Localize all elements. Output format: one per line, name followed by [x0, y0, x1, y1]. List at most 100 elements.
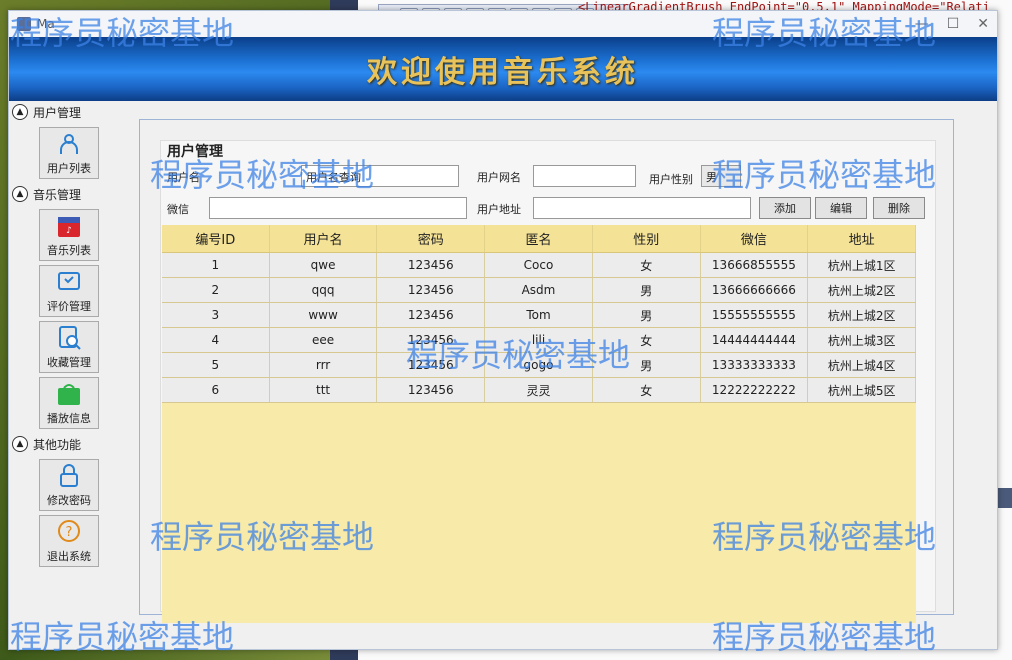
table-cell: Asdm [485, 278, 593, 302]
table-cell: 1 [162, 253, 270, 277]
nav-user-list[interactable]: 用户列表 [39, 127, 99, 179]
column-header[interactable]: 性别 [593, 225, 701, 252]
table-cell: 123456 [377, 278, 486, 302]
table-cell: 13666855555 [701, 253, 809, 277]
column-header[interactable]: 地址 [808, 225, 916, 252]
user-table: 编号ID 用户名 密码 匿名 性别 微信 地址 1 qwe 123456 Coc… [162, 225, 916, 623]
table-cell: 5 [162, 353, 270, 377]
maximize-button[interactable]: ☐ [947, 16, 960, 32]
table-row[interactable]: 2 qqq 123456 Asdm 男 13666666666 杭州上城2区 [162, 278, 916, 303]
collapse-chevron-icon[interactable]: ▲ [12, 436, 28, 452]
nav-label: 修改密码 [47, 494, 91, 507]
group-label: 其他功能 [33, 437, 82, 452]
table-cell: 123456 [377, 378, 486, 402]
table-cell: rrr [270, 353, 378, 377]
svg-text:♪: ♪ [66, 226, 72, 236]
column-header[interactable]: 匿名 [485, 225, 593, 252]
nav-label: 音乐列表 [47, 244, 91, 257]
group-label: 音乐管理 [33, 187, 82, 202]
table-cell: 14444444444 [701, 328, 809, 352]
table-cell: 15555555555 [701, 303, 809, 327]
nav-review-management[interactable]: 评价管理 [39, 265, 99, 317]
collapse-chevron-icon[interactable]: ▲ [12, 186, 28, 202]
svg-text:?: ? [66, 525, 73, 540]
table-cell: eee [270, 328, 378, 352]
table-cell: 灵灵 [485, 378, 593, 402]
edit-button[interactable]: 编辑 [815, 197, 867, 219]
table-header: 编号ID 用户名 密码 匿名 性别 微信 地址 [162, 225, 916, 253]
table-cell: Tom [485, 303, 593, 327]
table-cell: 杭州上城4区 [808, 353, 916, 377]
banner-title: 欢迎使用音乐系统 [367, 55, 639, 90]
watermark: 程序员秘密基地 [712, 618, 937, 656]
play-bag-icon [56, 381, 82, 407]
nav-label: 用户列表 [47, 162, 91, 175]
wechat-label: 微信 [167, 203, 189, 216]
table-row[interactable]: 1 qwe 123456 Coco 女 13666855555 杭州上城1区 [162, 253, 916, 278]
group-label: 用户管理 [33, 105, 82, 120]
table-cell: 123456 [377, 253, 486, 277]
table-cell: 4 [162, 328, 270, 352]
table-cell: 杭州上城3区 [808, 328, 916, 352]
table-cell: qqq [270, 278, 378, 302]
sidebar: ▲ 用户管理 用户列表 ▲ 音乐管理 ♪ 音乐列表 评价管理 收藏管理 播放信息… [9, 101, 129, 641]
table-cell: 女 [593, 253, 701, 277]
column-header[interactable]: 微信 [701, 225, 809, 252]
comment-icon [56, 269, 82, 295]
nav-play-info[interactable]: 播放信息 [39, 377, 99, 429]
table-cell: 2 [162, 278, 270, 302]
watermark: 程序员秘密基地 [10, 618, 235, 656]
nav-change-password[interactable]: 修改密码 [39, 459, 99, 511]
group-music-management[interactable]: ▲ 音乐管理 [9, 183, 129, 205]
wechat-input[interactable] [209, 197, 467, 219]
music-icon: ♪ [56, 213, 82, 239]
delete-button[interactable]: 删除 [873, 197, 925, 219]
group-user-management[interactable]: ▲ 用户管理 [9, 101, 129, 123]
help-icon: ? [56, 519, 82, 545]
favorite-icon [56, 325, 82, 351]
watermark: 程序员秘密基地 [712, 518, 937, 556]
table-row[interactable]: 3 www 123456 Tom 男 15555555555 杭州上城2区 [162, 303, 916, 328]
collapse-chevron-icon[interactable]: ▲ [12, 104, 28, 120]
table-cell: 女 [593, 378, 701, 402]
table-cell: 杭州上城2区 [808, 303, 916, 327]
user-icon [56, 131, 82, 157]
nickname-input[interactable] [533, 165, 636, 187]
ide-scroll-marker [998, 488, 1012, 508]
lock-icon [56, 463, 82, 489]
column-header[interactable]: 密码 [377, 225, 486, 252]
gender-label: 用户性别 [649, 173, 693, 186]
table-row[interactable]: 6 ttt 123456 灵灵 女 12222222222 杭州上城5区 [162, 378, 916, 403]
nav-label: 收藏管理 [47, 356, 91, 369]
table-cell: 13333333333 [701, 353, 809, 377]
table-cell: 13666666666 [701, 278, 809, 302]
nav-label: 评价管理 [47, 300, 91, 313]
table-cell: 12222222222 [701, 378, 809, 402]
nav-favorite-management[interactable]: 收藏管理 [39, 321, 99, 373]
table-cell: 杭州上城2区 [808, 278, 916, 302]
table-cell: ttt [270, 378, 378, 402]
watermark: 程序员秘密基地 [150, 518, 375, 556]
group-other-functions[interactable]: ▲ 其他功能 [9, 433, 129, 455]
address-input[interactable] [533, 197, 751, 219]
column-header[interactable]: 编号ID [162, 225, 270, 252]
watermark: 程序员秘密基地 [10, 14, 235, 52]
column-header[interactable]: 用户名 [270, 225, 378, 252]
watermark: 程序员秘密基地 [712, 14, 937, 52]
table-cell: 3 [162, 303, 270, 327]
address-label: 用户地址 [477, 203, 521, 216]
nav-exit-system[interactable]: ? 退出系统 [39, 515, 99, 567]
close-button[interactable]: ✕ [977, 16, 989, 32]
table-cell: 6 [162, 378, 270, 402]
table-cell: Coco [485, 253, 593, 277]
table-cell: 男 [593, 278, 701, 302]
nickname-label: 用户网名 [477, 171, 521, 184]
table-cell: 杭州上城5区 [808, 378, 916, 402]
table-cell: www [270, 303, 378, 327]
table-cell: 男 [593, 303, 701, 327]
add-button[interactable]: 添加 [759, 197, 811, 219]
table-cell: qwe [270, 253, 378, 277]
nav-music-list[interactable]: ♪ 音乐列表 [39, 209, 99, 261]
nav-label: 播放信息 [47, 412, 91, 425]
nav-label: 退出系统 [47, 550, 91, 563]
